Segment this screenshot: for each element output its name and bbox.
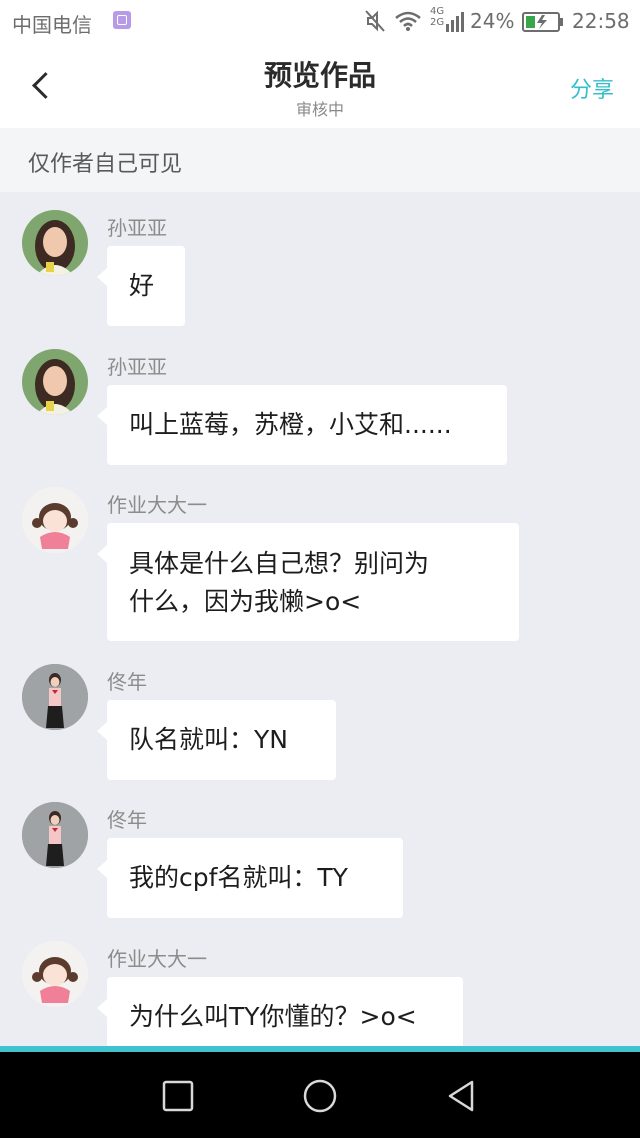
message-bubble[interactable]: 好	[97, 246, 185, 326]
visibility-notice: 仅作者自己可见	[0, 128, 640, 192]
system-navigation-bar	[0, 1052, 640, 1138]
battery-percent: 24%	[470, 9, 515, 33]
message-bubble[interactable]: 为什么叫TY你懂的？>o<	[97, 977, 463, 1046]
message-text: 我的cpf名就叫：TY	[129, 863, 348, 892]
top-app-bar: 预览作品 审核中 分享	[0, 44, 640, 128]
review-status: 审核中	[295, 100, 344, 119]
message-text: 队名就叫：YN	[129, 725, 288, 754]
avatar[interactable]	[22, 802, 88, 868]
sender-name: 孙亚亚	[107, 216, 167, 240]
message-text: 叫上蓝莓，苏橙，小艾和......	[129, 410, 452, 439]
message-bubble[interactable]: 我的cpf名就叫：TY	[97, 838, 403, 918]
wifi-icon	[395, 11, 421, 31]
avatar[interactable]	[22, 210, 88, 276]
avatar[interactable]	[22, 487, 88, 553]
back-triangle-icon[interactable]	[444, 1078, 480, 1114]
network-2g-label: 2G	[430, 17, 445, 28]
message-text: 为什么叫TY你懂的？>o<	[129, 1002, 417, 1031]
visibility-notice-text: 仅作者自己可见	[28, 152, 183, 177]
avatar-portrait-icon	[22, 802, 88, 868]
network-4g-label: 4G	[430, 6, 445, 17]
message-bubble[interactable]: 叫上蓝莓，苏橙，小艾和......	[97, 385, 507, 465]
avatar-portrait-icon	[22, 349, 88, 415]
avatar-portrait-icon	[22, 210, 88, 276]
message-text-line: 什么，因为我懒>o<	[129, 587, 362, 616]
sender-name: 作业大大一	[107, 493, 207, 517]
avatar-cartoon-girl-icon	[22, 487, 88, 553]
status-bar: 中国电信 4G 2G 24% 22:58	[0, 0, 640, 44]
network-type: 4G 2G	[430, 6, 444, 28]
sender-name: 佟年	[107, 808, 147, 832]
share-button[interactable]: 分享	[570, 72, 614, 104]
mute-icon	[365, 10, 385, 32]
avatar[interactable]	[22, 664, 88, 730]
avatar-cartoon-girl-icon	[22, 941, 88, 1007]
message-bubble[interactable]: 具体是什么自己想？别问为 什么，因为我懒>o<	[97, 523, 519, 641]
avatar[interactable]	[22, 349, 88, 415]
page-title: 预览作品	[263, 59, 376, 92]
avatar[interactable]	[22, 941, 88, 1007]
battery-icon	[522, 12, 563, 32]
sender-name: 作业大大一	[107, 947, 207, 971]
recent-apps-icon[interactable]	[160, 1078, 196, 1114]
sender-name: 孙亚亚	[107, 355, 167, 379]
carrier-name: 中国电信	[12, 13, 92, 37]
avatar-portrait-icon	[22, 664, 88, 730]
sim-card-icon	[113, 11, 131, 29]
chat-preview-screen: 中国电信 4G 2G 24% 22:58 预览作品 审核中 分享 仅作者自己可见…	[0, 0, 640, 1138]
sender-name: 佟年	[107, 670, 147, 694]
message-text: 好	[129, 271, 155, 300]
signal-icon	[446, 12, 464, 32]
chat-message-list[interactable]: 孙亚亚 好 孙亚亚 叫上蓝莓，苏橙，小艾和...... 作业大大一 具体是什么自…	[0, 192, 640, 1046]
clock: 22:58	[572, 9, 630, 33]
message-text-line: 具体是什么自己想？别问为	[129, 549, 430, 578]
home-icon[interactable]	[302, 1078, 338, 1114]
message-bubble[interactable]: 队名就叫：YN	[97, 700, 336, 780]
